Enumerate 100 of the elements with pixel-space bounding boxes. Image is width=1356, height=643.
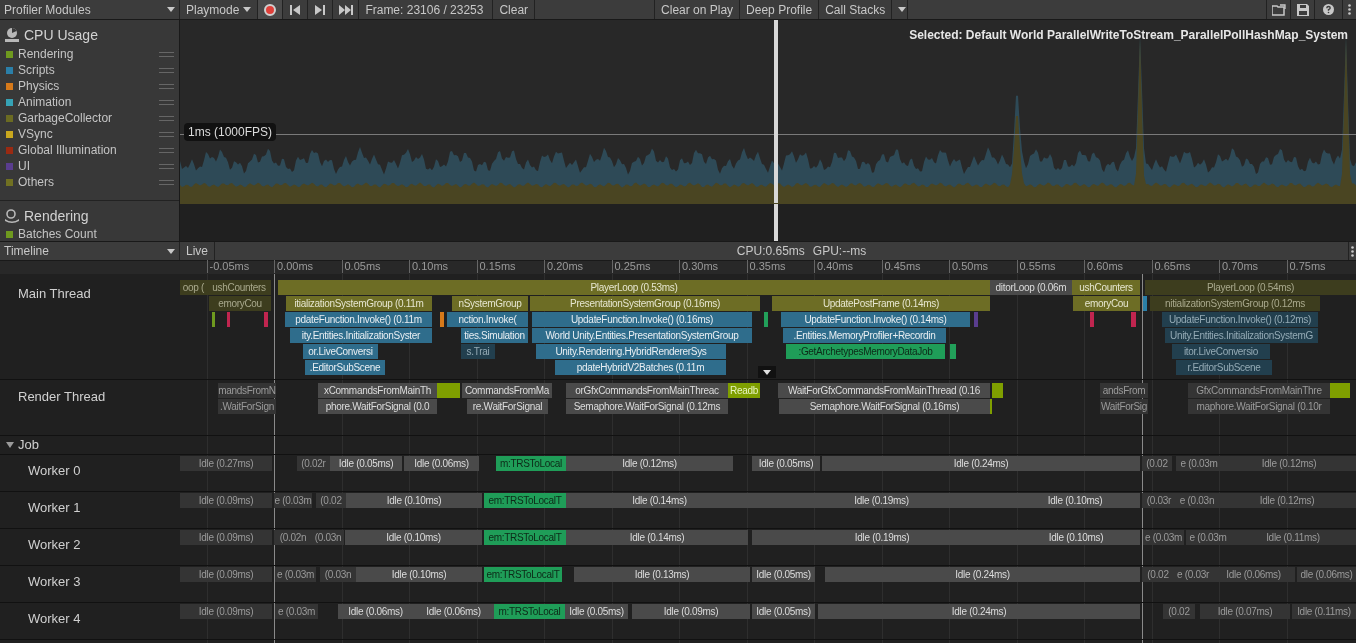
timeline-sample[interactable]: Unity.Entities.InitializationSystemG: [1165, 328, 1318, 343]
timeline-sample[interactable]: Idle (0.13ms): [574, 567, 750, 582]
timeline-sample[interactable]: nSystemGroup: [452, 296, 528, 311]
timeline-sample[interactable]: Idle (0.24ms): [822, 456, 1140, 471]
timeline-sample[interactable]: .EditorSubScene: [305, 360, 385, 375]
timeline-sample[interactable]: emoryCou: [1073, 296, 1140, 311]
timeline-sample[interactable]: WaitForGfxCommandsFromMainThread (0.16: [778, 383, 990, 398]
series-label[interactable]: Global Illumination: [18, 141, 159, 159]
timeline-sample[interactable]: pdateHybridV2Batches (0.11m: [555, 360, 726, 375]
timeline-sample[interactable]: Idle (0.19ms): [752, 530, 1012, 545]
timeline-sample[interactable]: orGfxCommandsFromMainThreac: [566, 383, 728, 398]
timeline-sample[interactable]: UpdateFunction.Invoke() (0.16ms): [532, 312, 752, 327]
timeline-sample[interactable]: ushCounters: [1072, 280, 1140, 295]
timeline-sample[interactable]: Idle (0.05ms): [752, 456, 820, 471]
series-label[interactable]: Others: [18, 173, 159, 191]
module-title[interactable]: Rendering: [24, 205, 89, 227]
timeline-sample[interactable]: :GetArchetypesMemoryDataJob: [786, 344, 945, 359]
timeline-sample[interactable]: Idle (0.09ms): [180, 530, 272, 545]
timeline-sample[interactable]: oop (: [180, 280, 207, 295]
timeline-sample[interactable]: UpdateFunction.Invoke() (0.14ms): [781, 312, 970, 327]
timeline-sample[interactable]: Idle (0.10ms): [346, 493, 482, 508]
timeline-sample[interactable]: ity.Entities.InitializationSyster: [290, 328, 432, 343]
timeline-sample[interactable]: (0.02n: [274, 530, 312, 545]
timeline-sample[interactable]: Semaphore.WaitForSignal (0.16ms): [779, 399, 990, 414]
timeline-sample[interactable]: Idle (0.05ms): [752, 604, 815, 619]
timeline-sample[interactable]: Idle (0.12ms): [1218, 493, 1356, 508]
drag-handle-icon[interactable]: [159, 163, 174, 169]
drag-handle-icon[interactable]: [159, 67, 174, 73]
expand-marker[interactable]: [758, 366, 776, 378]
timeline-sample[interactable]: PlayerLoop (0.54ms): [1145, 280, 1356, 295]
timeline-sample[interactable]: e (0.03m: [274, 493, 312, 508]
timeline-sample[interactable]: (0.02: [1142, 456, 1172, 471]
thread-group-label[interactable]: Job: [18, 435, 39, 455]
timeline-sample[interactable]: e (0.03m: [1176, 456, 1222, 471]
timeline-sample[interactable]: nction.Invoke(: [447, 312, 528, 327]
timeline-sample[interactable]: itor.LiveConversio: [1172, 344, 1270, 359]
timeline-sample[interactable]: m:TRSToLocal: [494, 604, 565, 619]
timeline-sample[interactable]: andsFrom: [1100, 383, 1148, 398]
timeline-sample[interactable]: pdateFunction.Invoke() (0.11m: [285, 312, 432, 327]
drag-handle-icon[interactable]: [159, 131, 174, 137]
timeline-sample[interactable]: Idle (0.09ms): [632, 604, 750, 619]
expand-toggle-icon[interactable]: [6, 441, 14, 449]
timeline-sample[interactable]: itializationSystemGroup (0.11m: [286, 296, 432, 311]
timeline-sample[interactable]: ushCounters: [207, 280, 271, 295]
timeline-sample[interactable]: Idle (0.06ms): [1212, 567, 1295, 582]
timeline-sample[interactable]: mandsFromN: [218, 383, 276, 398]
toolbar-option[interactable]: Clear on Play: [655, 0, 741, 19]
menu-button[interactable]: [1348, 242, 1356, 260]
timeline-sample[interactable]: or.LiveConversi: [303, 344, 378, 359]
timeline-sample[interactable]: em:TRSToLocalT: [484, 567, 562, 582]
timeline-sample[interactable]: .WaitForSign: [218, 399, 276, 414]
timeline-sample[interactable]: Idle (0.14ms): [566, 530, 748, 545]
timeline-sample[interactable]: Idle (0.24ms): [818, 604, 1140, 619]
timeline-sample[interactable]: emoryCou: [209, 296, 271, 311]
timeline-sample[interactable]: Idle (0.11ms): [1292, 604, 1356, 619]
timeline-sample[interactable]: GfxCommandsFromMainThre: [1188, 383, 1330, 398]
timeline-sample[interactable]: Idle (0.07ms): [1200, 604, 1290, 619]
timeline-sample[interactable]: e (0.03m: [275, 604, 318, 619]
timeline-sample[interactable]: e (0.03m: [1186, 530, 1230, 545]
timeline-sample[interactable]: Idle (0.10ms): [356, 567, 482, 582]
series-label[interactable]: VSync: [18, 125, 159, 143]
timeline-sample[interactable]: PlayerLoop (0.53ms): [278, 280, 990, 295]
timeline-sample[interactable]: Idle (0.06ms): [338, 604, 413, 619]
timeline-sample[interactable]: em:TRSToLocalT: [484, 530, 566, 545]
thread-label[interactable]: Worker 1: [28, 500, 81, 515]
timeline-sample[interactable]: .Entities.MemoryProfiler+Recordin: [783, 328, 946, 343]
timeline-sample[interactable]: re.WaitForSignal: [467, 399, 548, 414]
timeline-sample[interactable]: Idle (0.09ms): [180, 493, 272, 508]
timeline-sample[interactable]: (0.03r: [1142, 493, 1176, 508]
timeline-sample[interactable]: UpdatePostFrame (0.14ms): [772, 296, 990, 311]
timeline-sample[interactable]: (0.03n: [312, 530, 344, 545]
thread-label[interactable]: Worker 2: [28, 537, 81, 552]
module-title[interactable]: CPU Usage: [24, 24, 98, 46]
clear-button[interactable]: Clear: [493, 0, 536, 19]
timeline-sample[interactable]: (0.02r: [297, 456, 330, 471]
series-label[interactable]: Rendering: [18, 45, 159, 63]
timeline-sample[interactable]: ties.Simulation: [461, 328, 528, 343]
timeline-sample[interactable]: Idle (0.05ms): [330, 456, 402, 471]
series-label[interactable]: UI: [18, 157, 159, 175]
series-label[interactable]: Animation: [18, 93, 159, 111]
drag-handle-icon[interactable]: [159, 115, 174, 121]
timeline-sample[interactable]: Idle (0.24ms): [825, 567, 1140, 582]
timeline-sample[interactable]: Readb: [728, 383, 760, 398]
timeline-sample[interactable]: PresentationSystemGroup (0.16ms): [530, 296, 760, 311]
timeline-sample[interactable]: nitializationSystemGroup (0.12ms: [1150, 296, 1320, 311]
timeline-sample[interactable]: ditorLoop (0.06m: [990, 280, 1072, 295]
timeline-sample[interactable]: (0.02: [316, 493, 346, 508]
timeline-sample[interactable]: (0.03n: [320, 567, 356, 582]
thread-label[interactable]: Render Thread: [18, 389, 106, 404]
timeline-sample[interactable]: Idle (0.09ms): [180, 567, 272, 582]
timeline-sample[interactable]: WaitForSig: [1100, 399, 1148, 414]
timeline-sample[interactable]: e (0.03r: [1174, 567, 1212, 582]
series-label[interactable]: GarbageCollector: [18, 109, 159, 127]
timeline-sample[interactable]: World Unity.Entities.PresentationSystemGroup: [532, 328, 752, 343]
timeline-sample[interactable]: e (0.03m: [275, 567, 316, 582]
timeline-sample[interactable]: Semaphore.WaitForSignal (0.12ms: [566, 399, 728, 414]
timeline-sample[interactable]: Idle (0.06ms): [413, 604, 494, 619]
timeline-sample[interactable]: m:TRSToLocal: [496, 456, 566, 471]
timeline-sample[interactable]: Idle (0.09ms): [180, 604, 272, 619]
timeline-sample[interactable]: Idle (0.05ms): [752, 567, 815, 582]
